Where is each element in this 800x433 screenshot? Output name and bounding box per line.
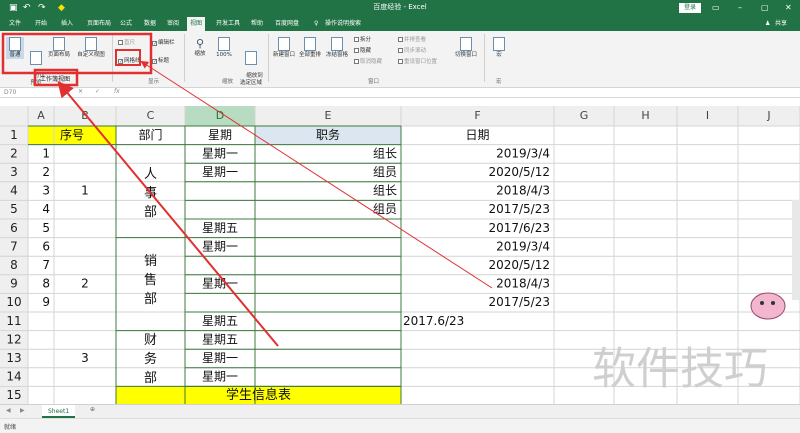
- seq-number: 6: [42, 239, 50, 253]
- date-cell: 2019/3/4: [496, 239, 550, 253]
- weekday-cell: 星期五: [202, 314, 238, 328]
- seq-number: 1: [42, 146, 50, 160]
- weekday-cell: 星期一: [202, 277, 238, 291]
- date-cell: 2017/5/23: [488, 295, 550, 309]
- seq-number: 5: [42, 221, 50, 235]
- header-seq: 序号: [60, 127, 84, 142]
- department-name: 务: [144, 351, 157, 367]
- prev-sheet-icon[interactable]: ◀: [6, 407, 11, 414]
- seq-number: 7: [42, 258, 50, 272]
- row-header-14: 14: [6, 370, 21, 384]
- row-header-1: 1: [10, 128, 18, 142]
- row-header-8: 8: [10, 258, 18, 272]
- column-header-I: I: [706, 109, 709, 122]
- seq-number: 8: [42, 277, 50, 291]
- seq-number: 4: [42, 202, 50, 216]
- sheet-tab-bar: ◀ ▶ Sheet1 ⊕: [0, 404, 800, 418]
- sheet-tab[interactable]: Sheet1: [42, 405, 76, 418]
- date-cell: 2020/5/12: [488, 258, 550, 272]
- row-header-9: 9: [10, 277, 18, 291]
- weekday-cell: 星期一: [202, 370, 238, 384]
- row-header-12: 12: [6, 332, 21, 346]
- column-header-C: C: [147, 109, 155, 122]
- row-header-11: 11: [6, 314, 21, 328]
- group-number: 3: [81, 351, 89, 365]
- row-header-13: 13: [6, 351, 21, 365]
- department-name: 部: [144, 205, 157, 220]
- header-weekday: 星期: [208, 128, 232, 142]
- watermark-text: 软件技巧: [592, 344, 768, 395]
- column-header-J: J: [766, 109, 770, 122]
- mascot-eye-icon: [760, 301, 764, 305]
- header-dept: 部门: [138, 127, 162, 142]
- department-name: 销: [144, 254, 157, 269]
- date-cell: 2018/4/3: [496, 277, 550, 291]
- seq-number: 9: [42, 295, 50, 309]
- mascot-icon: [750, 292, 786, 320]
- weekday-cell: 星期一: [202, 165, 238, 179]
- header-date: 日期: [465, 128, 489, 142]
- row-header-6: 6: [10, 221, 18, 235]
- date-cell: 2017/6/23: [488, 221, 550, 235]
- row-header-5: 5: [10, 202, 18, 216]
- vertical-scrollbar[interactable]: [792, 200, 800, 300]
- seq-number: 3: [42, 184, 50, 198]
- role-cell: 组员: [373, 202, 397, 216]
- column-header-F: F: [474, 109, 480, 122]
- next-sheet-icon[interactable]: ▶: [20, 407, 25, 414]
- date-cell: 2017/5/23: [488, 202, 550, 216]
- weekday-cell: 星期一: [202, 351, 238, 365]
- column-header-H: H: [641, 109, 649, 122]
- date-cell: 2018/4/3: [496, 184, 550, 198]
- row-header-4: 4: [10, 184, 18, 198]
- weekday-cell: 星期五: [202, 332, 238, 346]
- date-cell: 2019/3/4: [496, 146, 550, 160]
- department-name: 部: [144, 292, 157, 307]
- column-header-D: D: [216, 109, 224, 122]
- column-header-B: B: [81, 109, 89, 122]
- row-header-10: 10: [6, 295, 21, 309]
- weekday-cell: 星期五: [202, 221, 238, 235]
- row-header-2: 2: [10, 146, 18, 160]
- row-header-7: 7: [10, 239, 18, 253]
- spreadsheet-grid[interactable]: A B C D E F G H I J123456789101112131415序号 部门 星期 职务日…: [0, 0, 800, 433]
- department-name: 财: [144, 333, 157, 348]
- column-header-E: E: [325, 109, 332, 122]
- footer-title: 学生信息表: [226, 387, 291, 403]
- row-header-15: 15: [6, 388, 21, 402]
- department-name: 部: [144, 371, 157, 386]
- row-header-3: 3: [10, 165, 18, 179]
- column-header-A: A: [37, 109, 45, 122]
- role-cell: 组员: [373, 165, 397, 179]
- header-role: 职务: [316, 127, 340, 142]
- column-header-bar: [0, 106, 800, 126]
- date-cell: 2020/5/12: [488, 165, 550, 179]
- add-sheet-icon[interactable]: ⊕: [90, 406, 95, 413]
- role-cell: 组长: [373, 184, 397, 198]
- seq-number: 2: [42, 165, 50, 179]
- department-name: 售: [144, 272, 157, 288]
- role-cell: 组长: [373, 146, 397, 160]
- weekday-cell: 星期一: [202, 239, 238, 253]
- weekday-cell: 星期一: [202, 146, 238, 160]
- group-number: 2: [81, 277, 89, 291]
- department-name: 事: [144, 186, 157, 201]
- mascot-eye-icon: [771, 301, 775, 305]
- column-header-G: G: [580, 109, 589, 122]
- status-ready: 就绪: [4, 424, 17, 431]
- date-text-cell: 2017.6/23: [403, 314, 464, 328]
- department-name: 人: [144, 167, 157, 182]
- group-number: 1: [81, 184, 89, 198]
- status-bar: 就绪: [0, 418, 800, 433]
